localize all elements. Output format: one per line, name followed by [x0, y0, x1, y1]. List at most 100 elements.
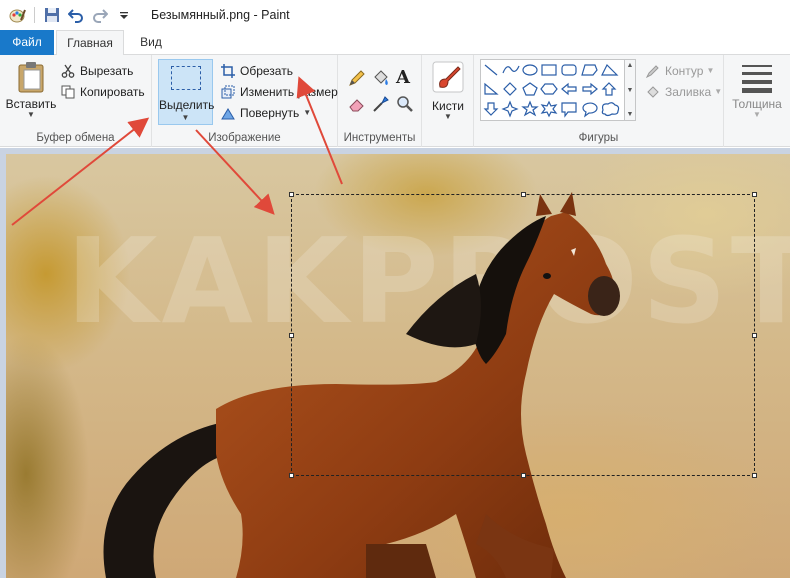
selection-handle-bottom-right[interactable] — [752, 473, 757, 478]
shape-line-icon[interactable] — [484, 64, 498, 76]
size-label: Толщина — [732, 97, 782, 111]
resize-label: Изменить размер — [240, 85, 338, 99]
brushes-group: Кисти ▼ — [422, 55, 474, 147]
selection-handle-bottom-left[interactable] — [289, 473, 294, 478]
fill-dropdown-icon[interactable]: ▼ — [714, 88, 722, 96]
selection-handle-right[interactable] — [752, 333, 757, 338]
title-bar: Безымянный.png - Paint — [0, 0, 790, 30]
fill-bucket-icon[interactable] — [372, 69, 390, 90]
brushes-label: Кисти — [432, 99, 464, 113]
shape-star4-icon[interactable] — [501, 100, 519, 118]
selection-handle-top-right[interactable] — [752, 192, 757, 197]
shapes-scroll-up-icon[interactable]: ▲ — [627, 62, 634, 69]
paint-app-icon[interactable] — [6, 4, 28, 26]
select-label: Выделить — [159, 98, 215, 112]
outline-label: Контур — [665, 64, 704, 78]
shape-triangle-icon[interactable] — [601, 63, 619, 76]
canvas-area[interactable]: KAKPROSTO.RU — [0, 148, 790, 578]
rotate-dropdown-icon[interactable]: ▼ — [303, 109, 311, 117]
shape-oval-icon[interactable] — [522, 64, 538, 76]
outline-pencil-icon — [645, 63, 661, 79]
rotate-button[interactable]: Повернуть ▼ — [220, 105, 311, 121]
select-dropdown-icon[interactable]: ▼ — [159, 114, 212, 122]
pencil-icon[interactable] — [348, 69, 366, 90]
select-button[interactable]: Выделить ▼ — [158, 59, 215, 125]
tools-group-label: Инструменты — [343, 132, 416, 144]
cut-button[interactable]: Вырезать — [60, 63, 133, 79]
shape-arrow-left-icon[interactable] — [582, 82, 598, 96]
outline-dropdown-icon[interactable]: ▼ — [706, 67, 714, 75]
text-tool-icon[interactable]: A — [396, 67, 410, 88]
line-thickness-icon — [742, 65, 772, 93]
crop-button[interactable]: Обрезать — [220, 63, 293, 79]
outline-button[interactable]: Контур ▼ — [645, 63, 714, 79]
clipboard-icon — [18, 62, 44, 93]
size-button[interactable]: Толщина ▼ — [732, 63, 782, 119]
clipboard-group: Вставить ▼ Вырезать Копировать Буфер обм… — [0, 55, 152, 147]
paste-button[interactable]: Вставить ▼ — [6, 61, 56, 119]
rotate-icon — [220, 105, 236, 121]
brush-icon — [432, 61, 464, 93]
rotate-label: Повернуть — [240, 106, 300, 120]
shape-callout-oval-icon[interactable] — [582, 102, 598, 118]
shapes-group-label: Фигуры — [578, 132, 619, 144]
shape-arrow-down-icon[interactable] — [483, 102, 499, 116]
scissors-icon — [60, 63, 76, 79]
crop-icon — [220, 63, 236, 79]
shape-arrow-up-icon[interactable] — [601, 82, 617, 96]
brushes-dropdown-icon[interactable]: ▼ — [444, 113, 452, 121]
save-icon[interactable] — [41, 4, 63, 26]
tab-file[interactable]: Файл — [0, 30, 54, 55]
magnifier-icon[interactable] — [396, 95, 414, 116]
ribbon-tabs: Файл Главная Вид — [0, 30, 790, 56]
redo-icon[interactable] — [89, 4, 111, 26]
selection-handle-bottom[interactable] — [521, 473, 526, 478]
shape-callout-rect-icon[interactable] — [561, 102, 577, 118]
tools-group: A Инструменты — [338, 55, 422, 147]
canvas-image[interactable]: KAKPROSTO.RU — [6, 154, 790, 578]
shapes-gallery — [480, 59, 625, 121]
selection-handle-top[interactable] — [521, 192, 526, 197]
paste-dropdown-icon[interactable]: ▼ — [27, 111, 35, 119]
shape-diamond-icon[interactable] — [503, 82, 517, 96]
select-rectangle-icon — [171, 66, 201, 90]
size-group: Толщина ▼ — [724, 55, 790, 147]
shape-callout-cloud-icon[interactable] — [601, 102, 620, 117]
shape-hexagon-icon[interactable] — [540, 83, 558, 95]
undo-icon[interactable] — [65, 4, 87, 26]
copy-label: Копировать — [80, 85, 145, 99]
image-group-label: Изображение — [208, 132, 281, 144]
ribbon: Вставить ▼ Вырезать Копировать Буфер обм… — [0, 55, 790, 147]
selection-handle-top-left[interactable] — [289, 192, 294, 197]
shapes-expand-icon[interactable]: ▼ — [627, 111, 634, 118]
customize-toolbar-icon[interactable] — [113, 4, 135, 26]
copy-button[interactable]: Копировать — [60, 84, 145, 100]
shape-star6-icon[interactable] — [540, 100, 558, 118]
crop-label: Обрезать — [240, 64, 293, 78]
shape-star5-icon[interactable] — [521, 100, 539, 117]
shape-rounded-rectangle-icon[interactable] — [561, 64, 577, 76]
shape-pentagon-icon[interactable] — [522, 82, 538, 96]
cut-label: Вырезать — [80, 64, 134, 78]
shapes-scroll-down-icon[interactable]: ▼ — [627, 87, 634, 94]
resize-button[interactable]: Изменить размер — [220, 84, 338, 100]
shape-right-triangle-icon[interactable] — [484, 82, 499, 95]
tab-home[interactable]: Главная — [56, 30, 124, 56]
quick-access-toolbar — [0, 0, 137, 30]
shape-rectangle-icon[interactable] — [541, 64, 557, 76]
selection-handle-left[interactable] — [289, 333, 294, 338]
shapes-scroll[interactable]: ▲ ▼ ▼ — [624, 59, 636, 121]
window-title: Безымянный.png - Paint — [151, 8, 290, 22]
selection-rectangle[interactable] — [291, 194, 755, 476]
shape-polygon-icon[interactable] — [581, 64, 598, 76]
color-picker-icon[interactable] — [372, 95, 390, 116]
shape-curve-icon[interactable] — [502, 65, 520, 74]
resize-icon — [220, 84, 236, 100]
eraser-icon[interactable] — [348, 95, 366, 116]
size-dropdown-icon[interactable]: ▼ — [753, 111, 761, 119]
tab-view[interactable]: Вид — [124, 30, 178, 55]
brushes-button[interactable]: Кисти ▼ — [428, 61, 468, 121]
fill-button[interactable]: Заливка ▼ — [645, 84, 722, 100]
shape-arrow-right-icon[interactable] — [561, 82, 577, 96]
fill-label: Заливка — [665, 85, 712, 99]
